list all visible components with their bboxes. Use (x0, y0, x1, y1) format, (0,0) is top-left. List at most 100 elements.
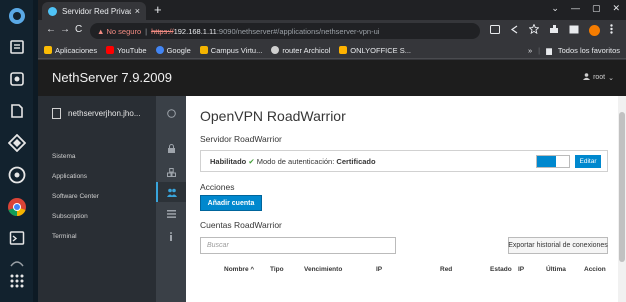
tab-search-icon[interactable]: ⌄ (551, 3, 559, 14)
server-section-heading: Servidor RoadWarrior (200, 134, 282, 144)
translate-icon[interactable] (490, 24, 500, 36)
tab-strip: Servidor Red Privada Vir × + ⌄ — ▢ ✕ (38, 0, 626, 20)
hostname-label: nethserverjhon.jho... (68, 108, 141, 118)
page-title: OpenVPN RoadWarrior (200, 108, 346, 124)
chrome-icon[interactable] (4, 194, 29, 219)
new-tab-button[interactable]: + (154, 3, 162, 17)
terminal-icon[interactable] (4, 225, 29, 250)
user-name: root (593, 74, 606, 81)
window-controls: ⌄ — ▢ ✕ (551, 3, 620, 14)
nethserver-favicon-icon (48, 6, 57, 16)
close-window-icon[interactable]: ✕ (612, 3, 620, 14)
users-icon[interactable] (156, 182, 186, 202)
not-secure-warning[interactable]: ▲ No seguro (97, 27, 141, 36)
app-store-icon[interactable] (4, 130, 29, 155)
list-icon[interactable] (156, 204, 186, 224)
page-scrollbar[interactable] (618, 96, 626, 302)
bookmark-apps[interactable]: Aplicaciones (44, 46, 97, 55)
sidebar-item-label: Subscription (52, 212, 88, 220)
bookmark-onlyoffice[interactable]: ONLYOFFICE S... (339, 46, 411, 55)
all-bookmarks-folder-icon: ▆ (546, 46, 552, 55)
status-enabled: Habilitado (210, 157, 247, 166)
brand-title[interactable]: NethServer 7.9.2009 (52, 70, 172, 85)
sidebar-item-label: Terminal (52, 232, 77, 240)
column-header-name[interactable]: Nombre ^ (224, 266, 254, 273)
bookmarks-bar: Aplicaciones YouTube Google Campus Virtu… (38, 42, 626, 59)
column-header-type: Tipo (270, 266, 284, 273)
sidebar-item-applications[interactable]: Applications (38, 166, 156, 186)
export-history-button[interactable]: Exportar historial de conexiones (508, 237, 608, 254)
search-input[interactable] (200, 237, 396, 254)
column-header-ip: IP (376, 266, 383, 273)
address-scheme: https:// (151, 26, 174, 36)
user-icon (583, 73, 591, 82)
lock-icon[interactable] (156, 138, 186, 158)
profile-avatar-icon[interactable] (589, 24, 600, 36)
bookmark-google[interactable]: Google (155, 46, 191, 55)
maximize-icon[interactable]: ▢ (592, 3, 601, 14)
text-editor-icon[interactable] (4, 98, 29, 123)
sidebar-item-subscription[interactable]: Subscription (38, 206, 156, 226)
actions-section-heading: Acciones (200, 182, 235, 192)
user-menu[interactable]: root ⌄ (583, 73, 614, 82)
campus-icon (199, 46, 208, 54)
nethserver-header: NethServer 7.9.2009 root ⌄ (38, 60, 626, 96)
info-icon[interactable] (156, 226, 186, 246)
address-host: 192.168.1.11 (173, 26, 217, 36)
edit-button[interactable]: Editar (575, 155, 601, 168)
column-header-expiry: Vencimiento (304, 266, 343, 273)
toolbar-actions (490, 23, 613, 36)
apps-grid-small-icon (44, 46, 52, 54)
linux-mint-logo-icon[interactable] (4, 3, 29, 28)
os-dock (0, 0, 33, 302)
all-bookmarks-link[interactable]: Todos los favoritos (558, 46, 620, 55)
bookmark-label: YouTube (117, 45, 147, 55)
web-page: NethServer 7.9.2009 root ⌄ nethserverjho… (38, 60, 626, 302)
column-header-action: Accion (584, 266, 606, 273)
bookmark-youtube[interactable]: YouTube (106, 45, 147, 55)
column-header-status: Estado (490, 266, 512, 273)
toggle-on-indicator (537, 156, 556, 167)
share-icon[interactable] (510, 25, 519, 36)
extensions-icon[interactable] (549, 24, 559, 36)
reload-icon[interactable]: C (75, 24, 82, 35)
side-panel-icon[interactable] (569, 25, 579, 36)
bookmark-campus[interactable]: Campus Virtu... (199, 45, 263, 55)
onlyoffice-icon (339, 46, 348, 54)
bookmark-star-icon[interactable] (528, 23, 540, 36)
sidebar-item-terminal[interactable]: Terminal (38, 226, 156, 246)
apps-grid-icon[interactable] (4, 268, 29, 293)
server-enabled-toggle[interactable] (536, 155, 570, 168)
bookmarks-right: » | ▆ Todos los favoritos (528, 46, 620, 55)
more-bookmarks-icon[interactable]: » (528, 46, 532, 55)
settings-icon[interactable] (4, 66, 29, 91)
google-icon (155, 46, 164, 54)
browser-tab[interactable]: Servidor Red Privada Vir × (42, 2, 146, 20)
accounts-section-heading: Cuentas RoadWarrior (200, 220, 282, 230)
tab-close-icon[interactable]: × (135, 6, 140, 16)
checkmark-icon: ✔ (248, 157, 255, 166)
column-header-last: Última (546, 266, 566, 273)
scrollbar-thumb[interactable] (619, 112, 625, 262)
add-account-button[interactable]: Añadir cuenta (200, 195, 262, 211)
sidebar-item-software-center[interactable]: Software Center (38, 186, 156, 206)
forward-icon[interactable]: → (60, 24, 70, 35)
cubes-icon[interactable] (156, 162, 186, 182)
files-icon[interactable] (4, 34, 29, 59)
globe-icon[interactable] (156, 103, 186, 123)
sidebar-item-label: Software Center (52, 192, 99, 200)
bookmark-label: Campus Virtu... (210, 45, 263, 55)
tab-title: Servidor Red Privada Vir (62, 6, 131, 16)
network-icon[interactable] (4, 162, 29, 187)
sidebar-item-sistema[interactable]: Sistema (38, 146, 156, 166)
globe-icon (271, 46, 280, 54)
address-bar[interactable]: ▲ No seguro | https:// 192.168.1.11 :909… (90, 23, 480, 39)
column-header-ip-2: IP (518, 266, 525, 273)
browser-menu-icon[interactable] (610, 24, 613, 36)
bookmark-router[interactable]: router Archicol (271, 46, 330, 55)
address-separator: | (145, 26, 148, 36)
address-row: ← → C ▲ No seguro | https:// 192.168.1.1… (38, 20, 626, 42)
minimize-icon[interactable]: — (571, 3, 580, 14)
back-icon[interactable]: ← (46, 24, 56, 35)
browser-window: Servidor Red Privada Vir × + ⌄ — ▢ ✕ ← →… (38, 0, 626, 302)
